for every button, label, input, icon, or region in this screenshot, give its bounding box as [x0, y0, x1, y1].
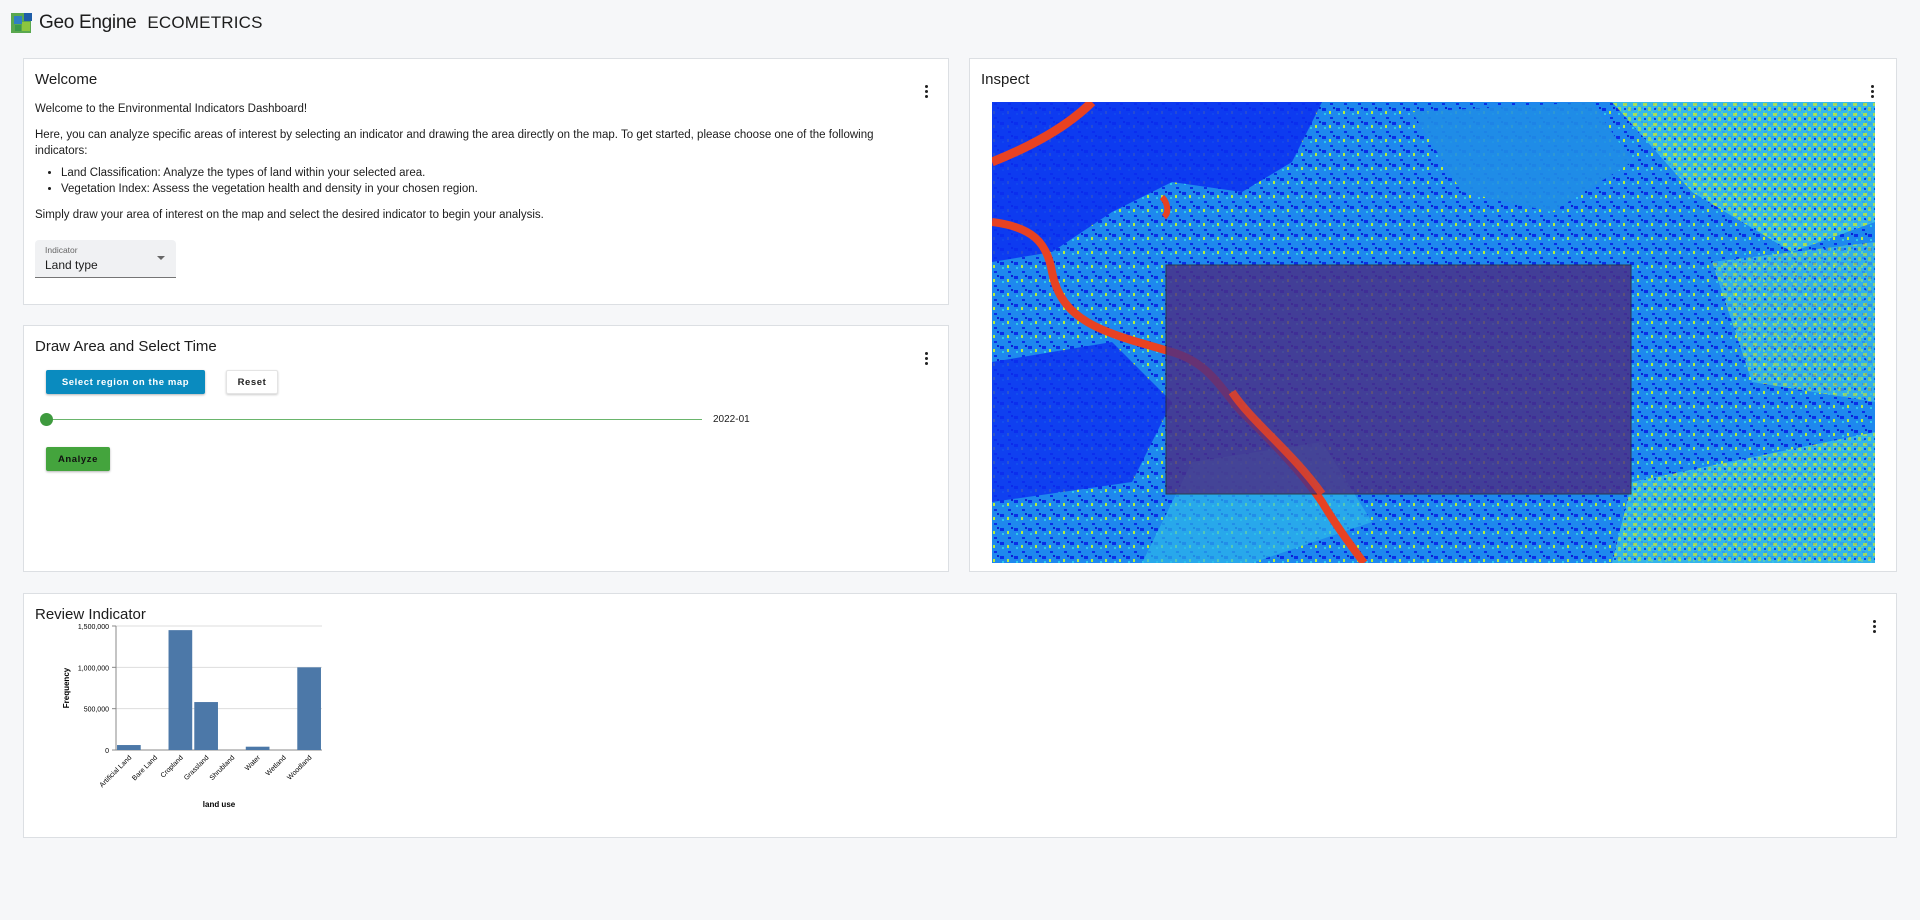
- indicator-item-land: Land Classification: Analyze the types o…: [61, 165, 928, 181]
- bar-artificial-land: [117, 745, 141, 750]
- welcome-intro: Welcome to the Environmental Indicators …: [35, 103, 308, 115]
- time-slider-track[interactable]: [47, 419, 702, 420]
- inspect-title: Inspect: [981, 71, 1030, 88]
- brand-name[interactable]: Geo Engine: [39, 12, 137, 34]
- bar-cropland: [168, 630, 193, 750]
- x-tick-label: Shrubland: [209, 754, 237, 782]
- more-vert-icon: [924, 84, 928, 88]
- more-vert-dot: [924, 356, 928, 360]
- draw-area-menu-button[interactable]: [916, 348, 936, 368]
- indicator-list: Land Classification: Analyze the types o…: [61, 165, 928, 197]
- inspect-card: Inspect: [969, 58, 1897, 572]
- more-vert-dot: [1872, 624, 1876, 628]
- y-tick-label: 1,000,000: [78, 665, 109, 672]
- selected-region[interactable]: [1165, 264, 1632, 495]
- x-tick-label: Water: [244, 754, 262, 772]
- welcome-instruction: Simply draw your area of interest on the…: [35, 209, 544, 221]
- indicator-select[interactable]: Indicator Land type: [35, 240, 176, 278]
- more-vert-dot: [924, 361, 928, 365]
- bar-water: [245, 746, 270, 750]
- reset-button[interactable]: Reset: [226, 370, 278, 394]
- indicator-select-value: Land type: [45, 258, 98, 272]
- x-tick-label: Grassland: [183, 754, 211, 782]
- review-menu-button[interactable]: [1864, 616, 1884, 636]
- y-tick-label: 0: [105, 748, 109, 755]
- time-slider-value: 2022-01: [713, 414, 750, 425]
- x-tick-label: Wetland: [265, 754, 288, 777]
- bar-grassland: [194, 702, 218, 750]
- x-tick-label: Bare Land: [131, 754, 159, 782]
- chevron-down-icon: [157, 256, 165, 260]
- map-view[interactable]: [992, 102, 1875, 563]
- more-vert-dot: [1872, 629, 1876, 633]
- y-tick-label: 1,500,000: [78, 624, 109, 631]
- x-tick-label: Cropland: [160, 754, 185, 779]
- welcome-body: Welcome to the Environmental Indicators …: [35, 101, 928, 233]
- y-tick-label: 500,000: [84, 707, 109, 714]
- more-vert-dot: [924, 89, 928, 93]
- land-use-bar-chart: 0 500,000 1,000,000 1,500,000 Artificial Lan…: [62, 624, 322, 809]
- app-name: ECOMETRICS: [147, 13, 263, 32]
- more-vert-dot: [1870, 89, 1874, 93]
- welcome-title: Welcome: [35, 71, 98, 88]
- more-vert-dot: [1870, 94, 1874, 98]
- indicator-item-vegetation: Vegetation Index: Assess the vegetation …: [61, 181, 928, 197]
- welcome-description: Here, you can analyze specific areas of …: [35, 129, 874, 157]
- welcome-menu-button[interactable]: [916, 81, 936, 101]
- more-vert-icon: [1872, 619, 1876, 623]
- indicator-select-label: Indicator: [45, 245, 78, 255]
- geo-engine-logo-icon: [11, 13, 32, 33]
- more-vert-dot: [924, 94, 928, 98]
- time-slider-thumb[interactable]: [40, 413, 53, 426]
- analyze-button[interactable]: Analyze: [46, 447, 110, 471]
- review-indicator-title: Review Indicator: [35, 606, 146, 623]
- top-bar: Geo Engine ECOMETRICS: [10, 10, 263, 36]
- bar-woodland: [297, 667, 321, 750]
- y-axis-label: Frequency: [62, 667, 71, 708]
- select-region-button[interactable]: Select region on the map: [46, 370, 205, 394]
- inspect-menu-button[interactable]: [1862, 81, 1882, 101]
- x-tick-label: Woodland: [286, 754, 313, 781]
- land-classification-map[interactable]: [992, 102, 1875, 563]
- x-tick-label: Artificial Land: [99, 754, 134, 789]
- draw-area-title: Draw Area and Select Time: [35, 338, 217, 355]
- review-indicator-card: Review Indicator 0 500,000 1,000,000 1,500,…: [23, 593, 1897, 838]
- draw-area-card: Draw Area and Select Time Select region …: [23, 325, 949, 572]
- welcome-card: Welcome Welcome to the Environmental Ind…: [23, 58, 949, 305]
- x-axis-label: land use: [203, 800, 236, 809]
- more-vert-icon: [924, 351, 928, 355]
- more-vert-icon: [1870, 84, 1874, 88]
